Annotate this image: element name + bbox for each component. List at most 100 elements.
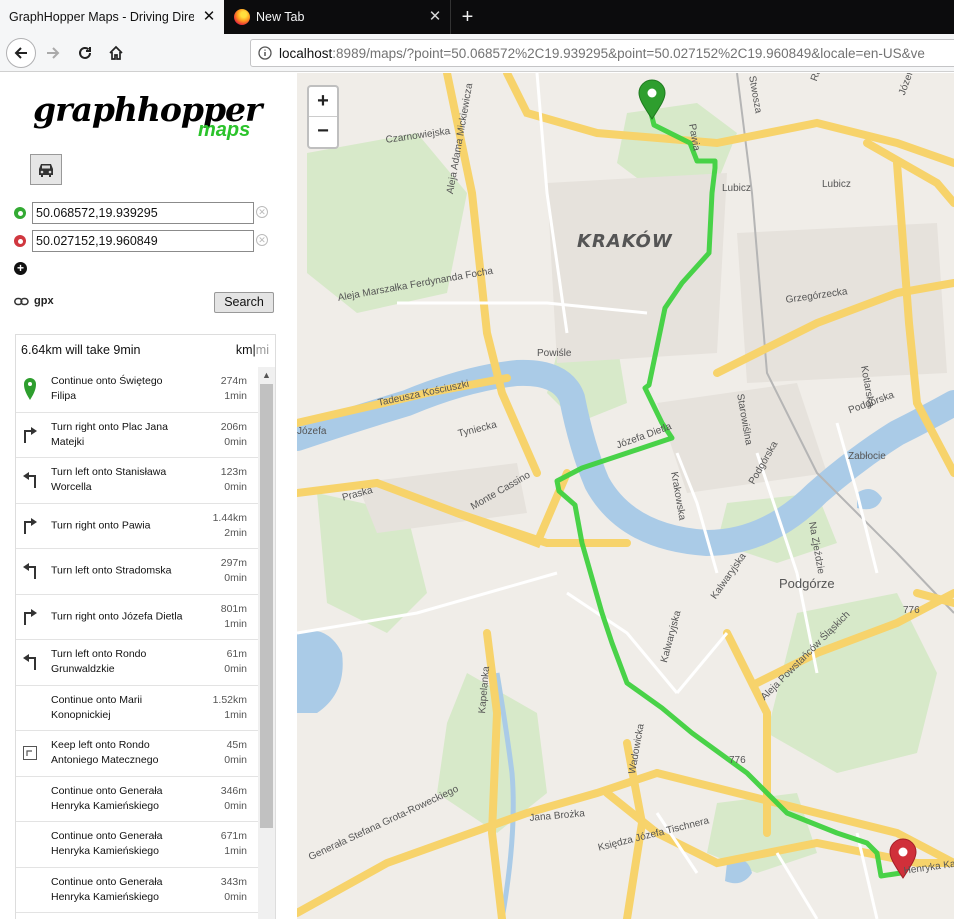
instruction-distance-time: 671m 1min [221, 829, 247, 859]
instruction-distance: 45m [226, 739, 247, 752]
home-icon [109, 45, 123, 60]
gpx-export-link[interactable]: gpx [14, 295, 54, 307]
reload-icon [79, 46, 91, 59]
end-point-icon [14, 235, 26, 247]
instruction-distance: 206m [220, 420, 247, 433]
instruction-row[interactable]: Turn right onto Plac Jana Matejki 206m 0mi… [16, 413, 258, 458]
reload-button[interactable] [70, 38, 100, 68]
instruction-row[interactable]: Turn left onto Rondo Grunwaldzkie 61m 0min [16, 640, 258, 686]
close-icon[interactable]: ✕ [194, 0, 224, 34]
instruction-row[interactable]: Turn left onto Stanisława Worcella 123m 0m… [16, 458, 258, 504]
instruction-text: Keep left onto Rondo Antoniego Mateczneg… [51, 739, 159, 767]
map-canvas [297, 73, 954, 919]
instruction-distance: 1.52km [212, 693, 247, 706]
instruction-row[interactable]: Continue onto Świętego Filipa 274m 1min [16, 367, 258, 413]
map-view[interactable]: + − KRAKÓW Podgórze Czarnowiejska Aleja A… [297, 73, 954, 919]
tab-graphhopper[interactable]: GraphHopper Maps - Driving Direct ✕ [0, 0, 224, 34]
forward-button[interactable] [38, 38, 68, 68]
instruction-distance-time: 801m 1min [221, 602, 247, 632]
url-path: :8989/maps/?point=50.068572%2C19.939295&… [332, 45, 925, 61]
instruction-time: 0min [224, 572, 247, 585]
to-input[interactable] [32, 230, 254, 252]
instruction-row[interactable]: Turn right onto Józefa Dietla 801m 1min [16, 595, 258, 640]
street-label: Zabłocie [848, 451, 886, 462]
arrow-left-icon [14, 47, 27, 59]
gpx-label: gpx [34, 295, 54, 307]
street-label: Powiśle [537, 348, 572, 359]
turn-right-icon [21, 516, 39, 536]
scroll-up-icon[interactable]: ▲ [258, 367, 275, 384]
back-button[interactable] [6, 38, 36, 68]
unit-toggle: km|mi [236, 343, 269, 357]
search-button[interactable]: Search [214, 292, 274, 313]
link-icon [14, 297, 29, 305]
clear-icon[interactable]: ✕ [256, 234, 268, 246]
instruction-text: Turn left onto Stanisława Worcella [51, 466, 167, 494]
instruction-row[interactable]: Keep left onto Rondo Antoniego Mateczneg… [16, 731, 258, 777]
instruction-row[interactable]: Continue onto Marii Konopnickiej 1.52km 1m… [16, 686, 258, 731]
instruction-row[interactable]: Continue onto Generała Henryka Kamieński… [16, 868, 258, 913]
instruction-row[interactable]: Turn right onto Pawia 1.44km 2min [16, 504, 258, 549]
unit-mi[interactable]: mi [256, 343, 269, 357]
instruction-time: 0min [224, 435, 247, 448]
zoom-in-button[interactable]: + [309, 87, 337, 117]
instruction-time: 2min [224, 526, 247, 539]
from-point-row: ✕ [14, 202, 268, 224]
info-icon[interactable] [251, 46, 279, 60]
tab-title: New Tab [256, 10, 305, 24]
instruction-distance-time: 343m 0min [221, 875, 247, 905]
instruction-text: Continue onto Generała Henryka Kamieński… [51, 830, 163, 858]
street-label: 776 [729, 755, 746, 766]
scrollbar-thumb[interactable] [260, 384, 273, 828]
car-vehicle-button[interactable] [30, 154, 62, 185]
from-input[interactable] [32, 202, 254, 224]
route-results-panel: 6.64km will take 9min km|mi Continue ont… [15, 334, 276, 919]
instruction-scrollbar[interactable]: ▲ [258, 367, 275, 919]
instruction-distance: 123m [220, 466, 247, 479]
instruction-row[interactable]: Continue onto Generała Henryka Kamieński… [16, 822, 258, 868]
instruction-distance: 671m [220, 830, 247, 843]
instruction-distance: 343m [220, 875, 247, 888]
to-point-row: ✕ [14, 230, 268, 252]
firefox-icon [234, 9, 250, 25]
instruction-row[interactable]: Continue onto Generała Henryka Kamieński… [16, 777, 258, 822]
instruction-distance: 274m [220, 375, 247, 388]
instruction-distance: 1.44km [212, 511, 247, 524]
close-icon[interactable]: ✕ [420, 0, 450, 34]
graphhopper-logo[interactable]: graphhopper maps [33, 90, 263, 141]
continue-icon [21, 880, 39, 900]
tab-title: GraphHopper Maps - Driving Direct [9, 10, 194, 24]
instruction-time: 1min [224, 845, 247, 858]
sidebar: graphhopper maps ✕ ✕ + gpx Search 6.64km… [0, 73, 297, 919]
url-text: localhost:8989/maps/?point=50.068572%2C1… [279, 46, 925, 61]
zoom-control: + − [307, 85, 339, 149]
car-icon [39, 163, 53, 177]
marker-start-icon [21, 378, 39, 401]
url-host: localhost [279, 45, 333, 61]
instruction-time: 0min [224, 663, 247, 676]
keep-left-icon [21, 743, 39, 763]
instruction-row[interactable]: Turn left onto Stradomska 297m 0min [16, 549, 258, 595]
new-tab-button[interactable]: + [450, 0, 484, 34]
arrow-right-icon [47, 47, 60, 59]
turn-right-icon [21, 425, 39, 445]
url-bar[interactable]: localhost:8989/maps/?point=50.068572%2C1… [250, 39, 954, 67]
unit-km[interactable]: km [236, 343, 253, 357]
add-point-icon[interactable]: + [14, 262, 27, 275]
street-label: Lubicz [822, 179, 851, 190]
instruction-text: Continue onto Generała Henryka Kamieński… [51, 784, 163, 812]
street-label: Lubicz [722, 183, 751, 194]
district-label: Podgórze [779, 576, 835, 591]
zoom-out-button[interactable]: − [309, 117, 337, 147]
tab-new-tab[interactable]: New Tab ✕ [224, 0, 450, 34]
route-summary: 6.64km will take 9min [21, 343, 141, 357]
street-label: Józefa [297, 426, 327, 437]
continue-icon [21, 789, 39, 809]
city-label: KRAKÓW [577, 231, 673, 252]
turn-right-icon [21, 607, 39, 627]
home-button[interactable] [101, 38, 131, 68]
instruction-time: 0min [224, 754, 247, 767]
clear-icon[interactable]: ✕ [256, 206, 268, 218]
instruction-time: 0min [224, 799, 247, 812]
logo-sub: maps [198, 119, 251, 141]
